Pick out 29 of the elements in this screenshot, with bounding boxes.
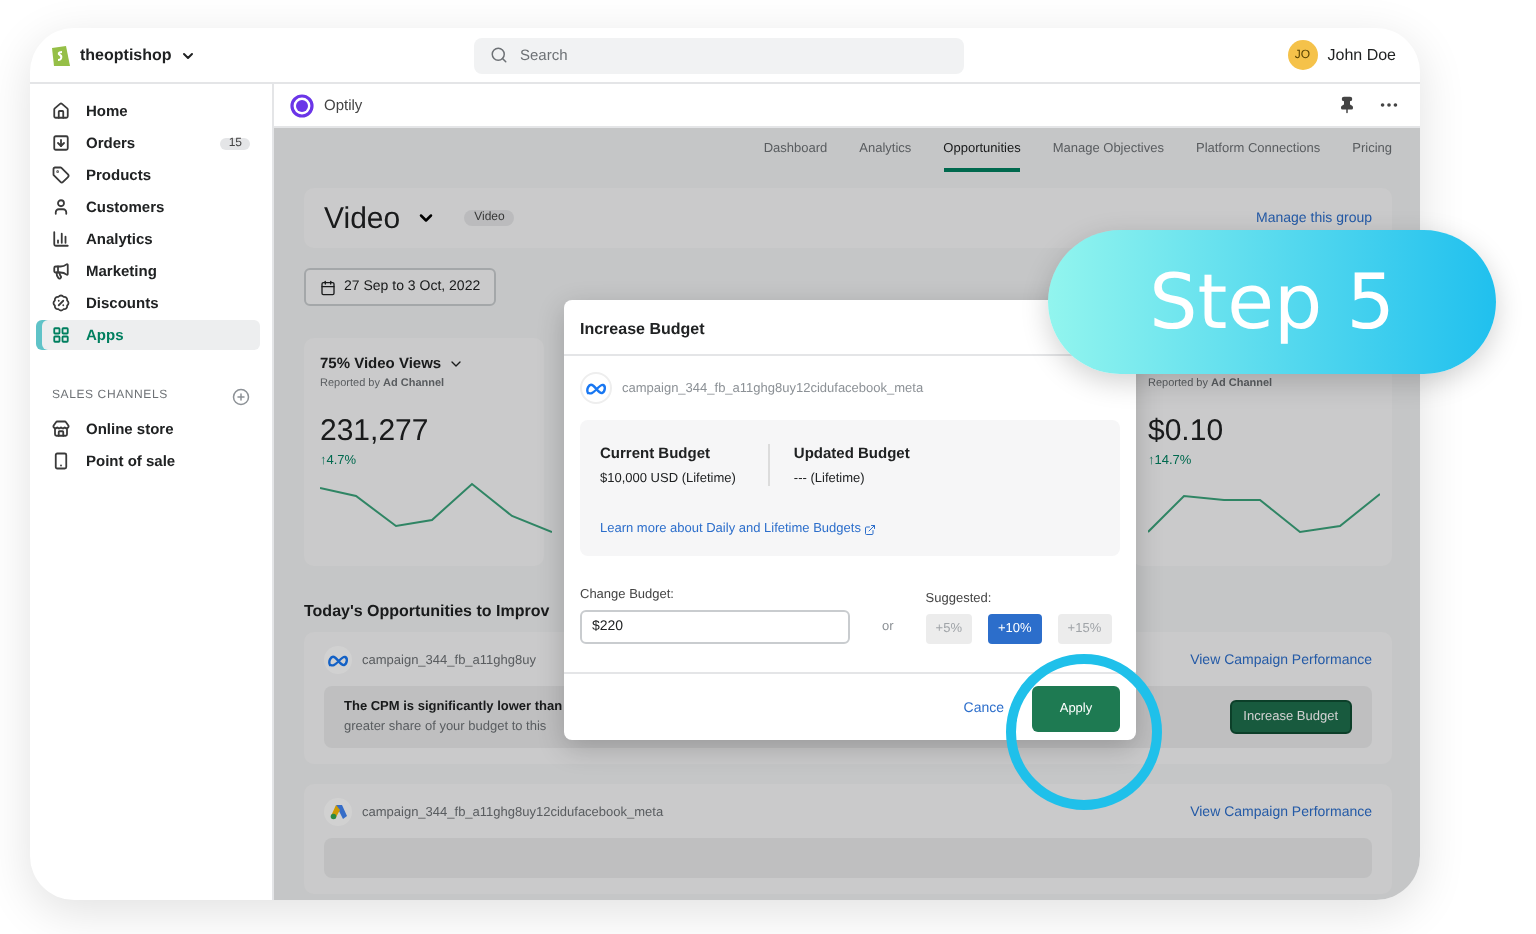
caret-icon[interactable] [179, 47, 196, 63]
metric-value: 231,277 [320, 414, 431, 448]
nav-icon [52, 166, 70, 184]
nav-icon [52, 134, 70, 152]
search-icon [490, 46, 508, 64]
nav-icon [52, 198, 70, 216]
calendar-icon [320, 279, 336, 295]
meta-icon [585, 381, 607, 395]
nav-icon [52, 294, 70, 312]
nav-icon [52, 230, 70, 248]
shopping-bag-icon [50, 42, 72, 68]
nav-icon [52, 102, 70, 120]
user-name[interactable]: John Doe [1327, 46, 1396, 64]
store-name[interactable]: theoptishop [80, 46, 172, 64]
caret-icon[interactable] [416, 208, 437, 228]
add-icon[interactable] [232, 387, 250, 405]
channel-icon [52, 420, 70, 438]
app-logo-icon [290, 93, 314, 117]
external-link-icon [864, 523, 877, 535]
meta-icon [327, 653, 349, 667]
section-heading: Today's Opportunities to Improv [304, 602, 550, 620]
step-callout: Step 5 [1048, 230, 1496, 374]
ads-icon [329, 804, 347, 820]
nav-icon [52, 262, 70, 280]
metric-value: $0.10 [1148, 414, 1226, 448]
pin-icon[interactable] [1338, 96, 1356, 114]
nav-icon [52, 326, 70, 344]
channel-icon [52, 452, 70, 470]
page-title[interactable]: Video [324, 201, 401, 235]
